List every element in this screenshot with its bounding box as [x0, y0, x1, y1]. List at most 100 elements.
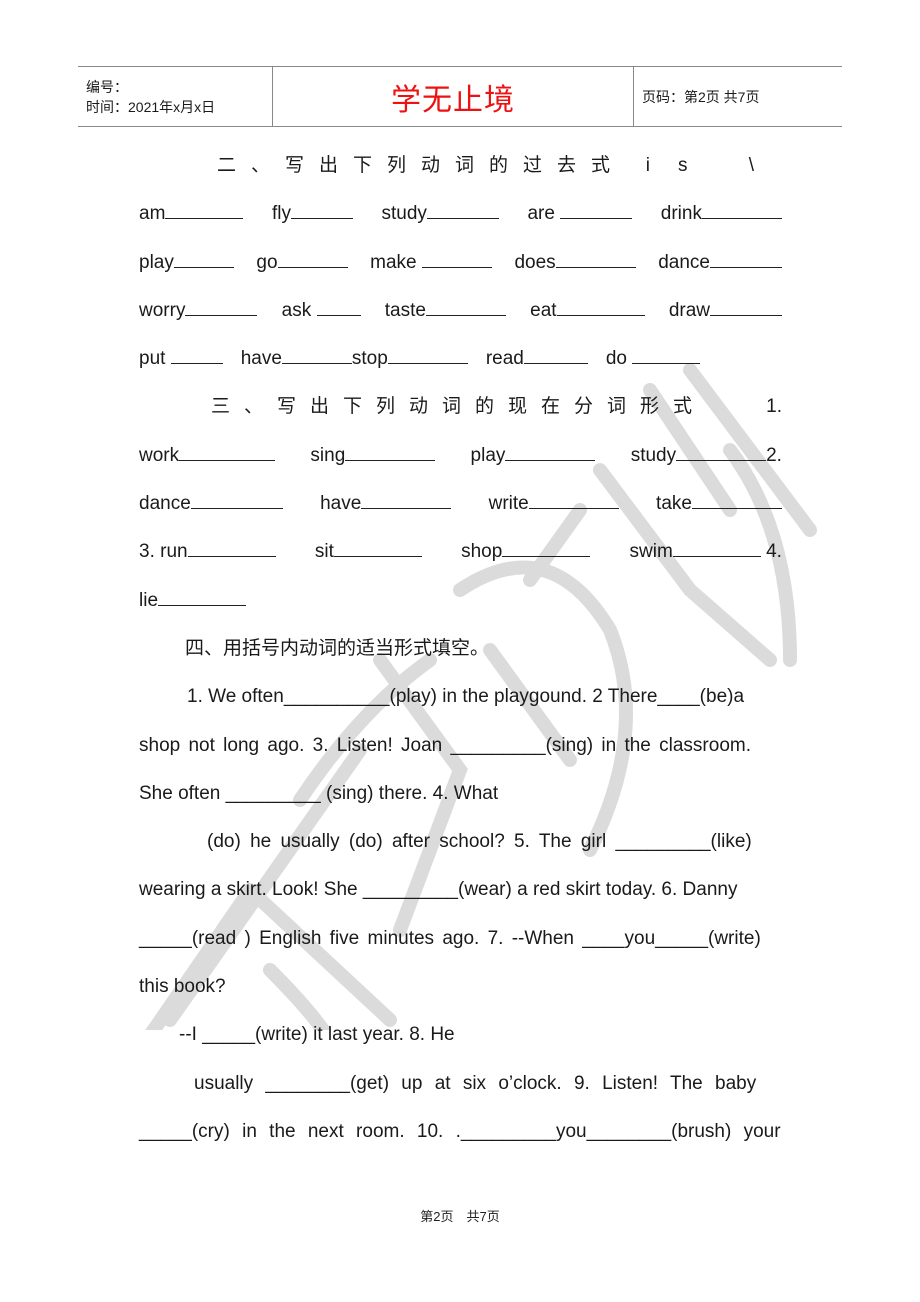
header-title-cell: 学无止境	[273, 67, 634, 126]
verb-word: 3. run	[139, 541, 188, 563]
exercise-line: _____(read ) English five minutes ago. 7…	[139, 915, 782, 963]
answer-blank[interactable]	[523, 335, 588, 365]
verb-word: make	[370, 251, 417, 273]
verb-word: lie	[139, 589, 159, 611]
document-number-label: 编号：	[86, 78, 128, 95]
exercise-line: wearing a skirt. Look! She _________(wea…	[139, 866, 782, 914]
exercise-line: --I _____(write) it last year. 8. He	[139, 1011, 782, 1059]
exercise-line: usually ________(get) up at six o’clock.…	[139, 1060, 782, 1108]
answer-blank[interactable]	[421, 239, 492, 268]
exercise-text: _____(cry) in the next room. 10. .______…	[139, 1120, 781, 1142]
verb-word: work	[139, 444, 180, 466]
exercise-line: shop not long ago. 3. Listen! Joan _____…	[139, 722, 782, 770]
answer-blank[interactable]	[361, 480, 452, 510]
answer-blank[interactable]	[387, 335, 468, 365]
header-title: 学无止境	[391, 83, 515, 117]
answer-blank[interactable]	[281, 335, 352, 365]
verb-word: study	[381, 203, 427, 225]
answer-blank[interactable]	[185, 287, 258, 316]
answer-blank[interactable]	[556, 287, 645, 316]
verb-word: taste	[384, 299, 426, 321]
document-body: 二、写出下列动词的过去式 is \ am fly study are drink…	[139, 142, 782, 1156]
page-footer: 第2页 共7页	[0, 1206, 920, 1225]
header-meta-cell: 编号： 时间：2021年x月x日	[78, 67, 273, 126]
answer-blank[interactable]	[173, 239, 234, 268]
answer-blank[interactable]	[676, 432, 767, 461]
exercise-text: shop not long ago. 3. Listen! Joan _____…	[139, 734, 751, 756]
verb-word: go	[256, 251, 278, 273]
section2-heading: 二、写出下列动词的过去式 is \	[139, 142, 782, 190]
section2-title-trail: is \	[645, 155, 782, 176]
exercise-text: wearing a skirt. Look! She _________(wea…	[139, 879, 738, 901]
exercise-line: She often _________ (sing) there. 4. Wha…	[139, 770, 782, 818]
verb-word: stop	[351, 348, 388, 370]
exercise-text: --I _____(write) it last year. 8. He	[179, 1024, 455, 1046]
exercise-text: (do) he usually (do) after school? 5. Th…	[207, 831, 752, 853]
verb-word: are	[527, 203, 555, 225]
exercise-line: this book?	[139, 963, 782, 1011]
answer-blank[interactable]	[709, 239, 782, 268]
answer-blank[interactable]	[187, 528, 276, 558]
answer-blank[interactable]	[560, 190, 633, 220]
answer-blank[interactable]	[425, 287, 506, 316]
verb-word: shop	[461, 541, 503, 563]
section3-heading: 三、写出下列动词的现在分词形式 1.	[139, 383, 782, 431]
answer-blank[interactable]	[502, 528, 591, 558]
header-page-number: 页码：第2页 共7页	[642, 88, 760, 105]
answer-blank[interactable]	[528, 480, 619, 510]
answer-blank[interactable]	[505, 432, 596, 461]
verb-word: fly	[271, 203, 291, 225]
section4-title: 四、用括号内动词的适当形式填空。	[185, 637, 490, 659]
verb-word: does	[514, 251, 556, 273]
section4-heading: 四、用括号内动词的适当形式填空。	[139, 625, 782, 673]
verb-word: swim	[629, 541, 673, 563]
section3-title-trail: 1.	[766, 396, 782, 418]
exercise-text: this book?	[139, 976, 226, 998]
answer-blank[interactable]	[158, 577, 247, 606]
exercise-line: 1. We often__________(play) in the playg…	[139, 673, 782, 721]
item-number: 2.	[766, 444, 782, 466]
exercise-text: usually ________(get) up at six o’clock.…	[194, 1072, 757, 1094]
section2-row-1: am fly study are drink	[139, 190, 782, 238]
section3-row-4: lie	[139, 577, 782, 625]
verb-word: dance	[658, 251, 710, 273]
verb-word: sing	[310, 444, 346, 466]
verb-word: sit	[314, 541, 334, 563]
section3-row-1: work sing play study 2.	[139, 432, 782, 480]
verb-word: dance	[139, 493, 191, 515]
answer-blank[interactable]	[426, 190, 499, 220]
answer-blank[interactable]	[710, 287, 782, 316]
footer-page-number: 第2页 共7页	[420, 1209, 500, 1224]
verb-word: am	[139, 203, 166, 225]
exercise-text: _____(read ) English five minutes ago. 7…	[139, 927, 761, 949]
answer-blank[interactable]	[165, 190, 244, 220]
document-header: 编号： 时间：2021年x月x日 学无止境 页码：第2页 共7页	[78, 66, 842, 127]
verb-word: play	[139, 251, 174, 273]
exercise-text: She often _________ (sing) there. 4. Wha…	[139, 782, 499, 804]
verb-word: do	[605, 348, 627, 370]
answer-blank[interactable]	[691, 480, 782, 510]
answer-blank[interactable]	[179, 432, 276, 461]
section3-title: 三、写出下列动词的现在分词形式	[211, 396, 707, 418]
answer-blank[interactable]	[345, 432, 436, 461]
section3-row-2: dance have write take	[139, 480, 782, 528]
answer-blank[interactable]	[316, 287, 361, 316]
answer-blank[interactable]	[701, 190, 782, 220]
header-page-cell: 页码：第2页 共7页	[634, 67, 842, 126]
exercise-line: _____(cry) in the next room. 10. .______…	[139, 1108, 782, 1156]
section2-row-2: play go make does dance	[139, 239, 782, 287]
answer-blank[interactable]	[277, 239, 348, 268]
item-number: 4.	[766, 541, 782, 563]
answer-blank[interactable]	[632, 335, 701, 365]
answer-blank[interactable]	[333, 528, 422, 558]
answer-blank[interactable]	[290, 190, 353, 220]
verb-word: read	[485, 348, 524, 370]
section2-row-3: worry ask taste eat draw	[139, 287, 782, 335]
document-date: 时间：2021年x月x日	[86, 98, 216, 115]
answer-blank[interactable]	[170, 335, 223, 365]
answer-blank[interactable]	[672, 528, 761, 558]
verb-word: have	[240, 348, 282, 370]
verb-word: play	[470, 444, 506, 466]
answer-blank[interactable]	[190, 480, 283, 510]
answer-blank[interactable]	[555, 239, 636, 268]
